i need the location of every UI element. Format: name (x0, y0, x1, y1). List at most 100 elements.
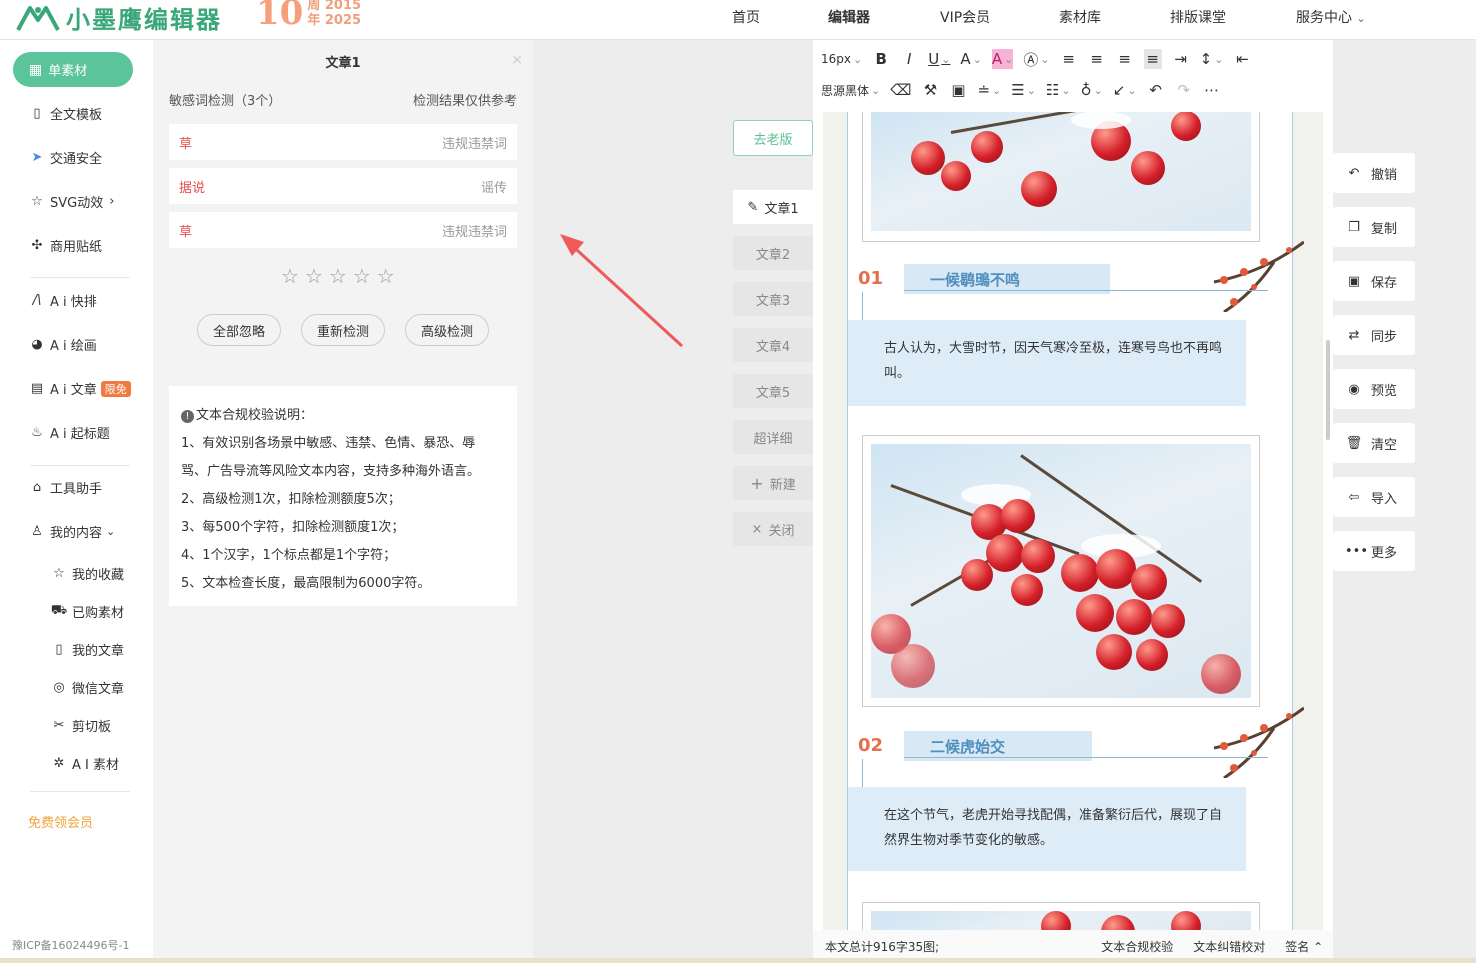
toolbar-row-2: 思源黑体 ⌫ ⚒ ▣ ≐ ☰ ☷ ♁ ↙ ↶ ↷ ⋯ (813, 75, 1333, 105)
sidebar-item-my-content[interactable]: ♙ 我的内容 ⌄ (28, 522, 115, 541)
sidebar-item-stickers[interactable]: ✣ 商用贴纸 (28, 236, 102, 255)
nav-materials[interactable]: 素材库 (1059, 7, 1101, 27)
detect-row[interactable]: 草 违规违禁词 (169, 124, 517, 160)
sidebar-item-svg[interactable]: ☆ SVG动效 › (28, 192, 114, 211)
font-size-select[interactable]: 16px (821, 49, 862, 69)
highlight-icon[interactable]: A (991, 49, 1014, 69)
flag-type: 违规违禁词 (441, 224, 507, 240)
nav-service[interactable]: 服务中心 ⌄ (1296, 7, 1366, 27)
star-icon[interactable]: ☆ (353, 264, 371, 288)
copy-icon: ❐ (1348, 219, 1360, 235)
sidebar-sub-my-articles[interactable]: ▯ 我的文章 (50, 640, 124, 659)
detect-note: 检测结果仅供参考 (412, 94, 517, 109)
import-button[interactable]: ⇦ 导入 (1333, 477, 1415, 517)
plum-branch-icon (1213, 706, 1304, 778)
tab-article-4[interactable]: 文章4 (733, 328, 813, 362)
align-left-icon[interactable]: ≡ (1060, 49, 1078, 69)
article-canvas[interactable]: 01 一候鹖鴠不鸣 古人认为，大雪时节，因天气寒冷至极，连寒号鸟也不再鸣叫。 0… (823, 112, 1323, 934)
proofread-link[interactable]: 文本纠错校对 (1193, 938, 1265, 955)
ignore-all-button[interactable]: 全部忽略 (197, 314, 281, 346)
clear-button[interactable]: 🗑︎ 清空 (1333, 423, 1415, 463)
nav-home[interactable]: 首页 (732, 7, 760, 27)
star-icon[interactable]: ☆ (305, 264, 323, 288)
sync-button[interactable]: ⇄ 同步 (1333, 315, 1415, 355)
font-family-select[interactable]: 思源黑体 (821, 80, 880, 100)
sidebar-item-tools[interactable]: ⌂ 工具助手 (28, 478, 102, 497)
free-vip-link[interactable]: 免费领会员 (28, 812, 93, 831)
user-icon: ♙ (31, 524, 43, 539)
nav-editor[interactable]: 编辑器 (828, 7, 870, 27)
compliance-check-link[interactable]: 文本合规校验 (1101, 938, 1173, 955)
detect-row[interactable]: 据说 谣传 (169, 168, 517, 204)
format-brush-icon[interactable]: ⚒ (921, 80, 939, 100)
sidebar-item-label: 全文模板 (50, 108, 103, 123)
logo[interactable]: 小墨鹰编辑器 (16, 0, 222, 34)
divider-icon[interactable]: ☰ (1011, 80, 1036, 100)
save-button[interactable]: ▣ 保存 (1333, 261, 1415, 301)
detect-row[interactable]: 草 违规违禁词 (169, 212, 517, 248)
old-version-button[interactable]: 去老版 (733, 120, 813, 156)
rating-stars: ☆ ☆ ☆ ☆ ☆ (281, 264, 395, 288)
spacing-icon[interactable]: ≐ (977, 80, 1001, 100)
sidebar-sub-ai-material[interactable]: ✲ A I 素材 (50, 754, 119, 773)
nav-courses[interactable]: 排版课堂 (1170, 7, 1226, 27)
tab-label: 文章1 (764, 201, 799, 217)
image-icon[interactable]: ▣ (949, 80, 967, 100)
indent-icon[interactable]: ⇥ (1172, 49, 1190, 69)
align-justify-icon[interactable]: ≡ (1143, 49, 1162, 69)
line-height-icon[interactable]: ↕ (1200, 49, 1224, 69)
undo-button[interactable]: ↶ 撤销 (1333, 153, 1415, 193)
paragraph-icon[interactable]: ☷ (1046, 80, 1071, 100)
brand-name: 小墨鹰编辑器 (66, 5, 222, 34)
close-icon[interactable]: × (511, 52, 523, 68)
sidebar-item-traffic[interactable]: ➤ 交通安全 (28, 148, 102, 167)
redo-icon[interactable]: ↷ (1175, 80, 1193, 100)
tab-article-2[interactable]: 文章2 (733, 236, 813, 270)
sidebar-sub-purchased[interactable]: ⛟ 已购素材 (50, 602, 124, 621)
scrollbar[interactable] (1326, 340, 1330, 440)
close-tab-button[interactable]: × 关闭 (733, 512, 813, 546)
more-icon[interactable]: ⋯ (1203, 80, 1221, 100)
text-effect-icon[interactable]: Ⓐ (1023, 49, 1049, 69)
tab-article-6[interactable]: 超详细 (733, 420, 813, 454)
advanced-check-button[interactable]: 高级检测 (405, 314, 489, 346)
sidebar-sub-clipboard[interactable]: ✂ 剪切板 (50, 716, 111, 735)
arrow-icon[interactable]: ↙ (1113, 80, 1137, 100)
signature-link[interactable]: 签名 ⌃ (1285, 938, 1323, 955)
new-tab-button[interactable]: + 新建 (733, 466, 813, 500)
tab-article-1[interactable]: ✎ 文章1 (733, 190, 813, 224)
eraser-icon[interactable]: ⌫ (890, 80, 911, 100)
sidebar-item-ai-paint[interactable]: ◕ A i 绘画 (28, 335, 96, 354)
sidebar-item-ai-layout[interactable]: /\ A i 快排 (28, 291, 97, 310)
sidebar-item-ai-title[interactable]: ♨ A i 起标题 (28, 423, 110, 442)
bulb-icon[interactable]: ♁ (1081, 80, 1103, 100)
align-center-icon[interactable]: ≡ (1088, 49, 1106, 69)
tab-article-3[interactable]: 文章3 (733, 282, 813, 316)
font-color-icon[interactable]: A (960, 49, 981, 69)
star-icon[interactable]: ☆ (329, 264, 347, 288)
undo-icon[interactable]: ↶ (1147, 80, 1165, 100)
star-icon[interactable]: ☆ (377, 264, 395, 288)
copy-button[interactable]: ❐ 复制 (1333, 207, 1415, 247)
exit-icon[interactable]: ⇤ (1233, 49, 1251, 69)
bold-icon[interactable]: B (872, 49, 890, 69)
sidebar-item-ai-article[interactable]: ▤ A i 文章 限免 (28, 379, 131, 398)
recheck-button[interactable]: 重新检测 (301, 314, 385, 346)
sidebar-item-templates[interactable]: ▯ 全文模板 (28, 104, 102, 123)
sidebar-sub-favorites[interactable]: ☆ 我的收藏 (50, 564, 124, 583)
flagged-word: 据说 (179, 180, 206, 196)
preview-button[interactable]: ◉ 预览 (1333, 369, 1415, 409)
sidebar-sub-wechat[interactable]: ◎ 微信文章 (50, 678, 124, 697)
nav-vip[interactable]: VIP会员 (940, 7, 990, 27)
star-icon[interactable]: ☆ (281, 264, 299, 288)
tab-article-5[interactable]: 文章5 (733, 374, 813, 408)
article-image[interactable] (862, 112, 1260, 242)
sidebar-item-single-material[interactable]: ▦ 单素材 (13, 52, 133, 87)
underline-icon[interactable]: U (928, 49, 950, 69)
icp-number[interactable]: 豫ICP备16024496号-1 (12, 937, 130, 953)
more-button[interactable]: ••• 更多 (1333, 531, 1415, 571)
article-image[interactable] (862, 435, 1260, 707)
align-right-icon[interactable]: ≡ (1116, 49, 1134, 69)
italic-icon[interactable]: I (900, 49, 918, 69)
note-line: 骂、广告导流等风险文本内容，支持多种海外语言。 (181, 464, 481, 479)
